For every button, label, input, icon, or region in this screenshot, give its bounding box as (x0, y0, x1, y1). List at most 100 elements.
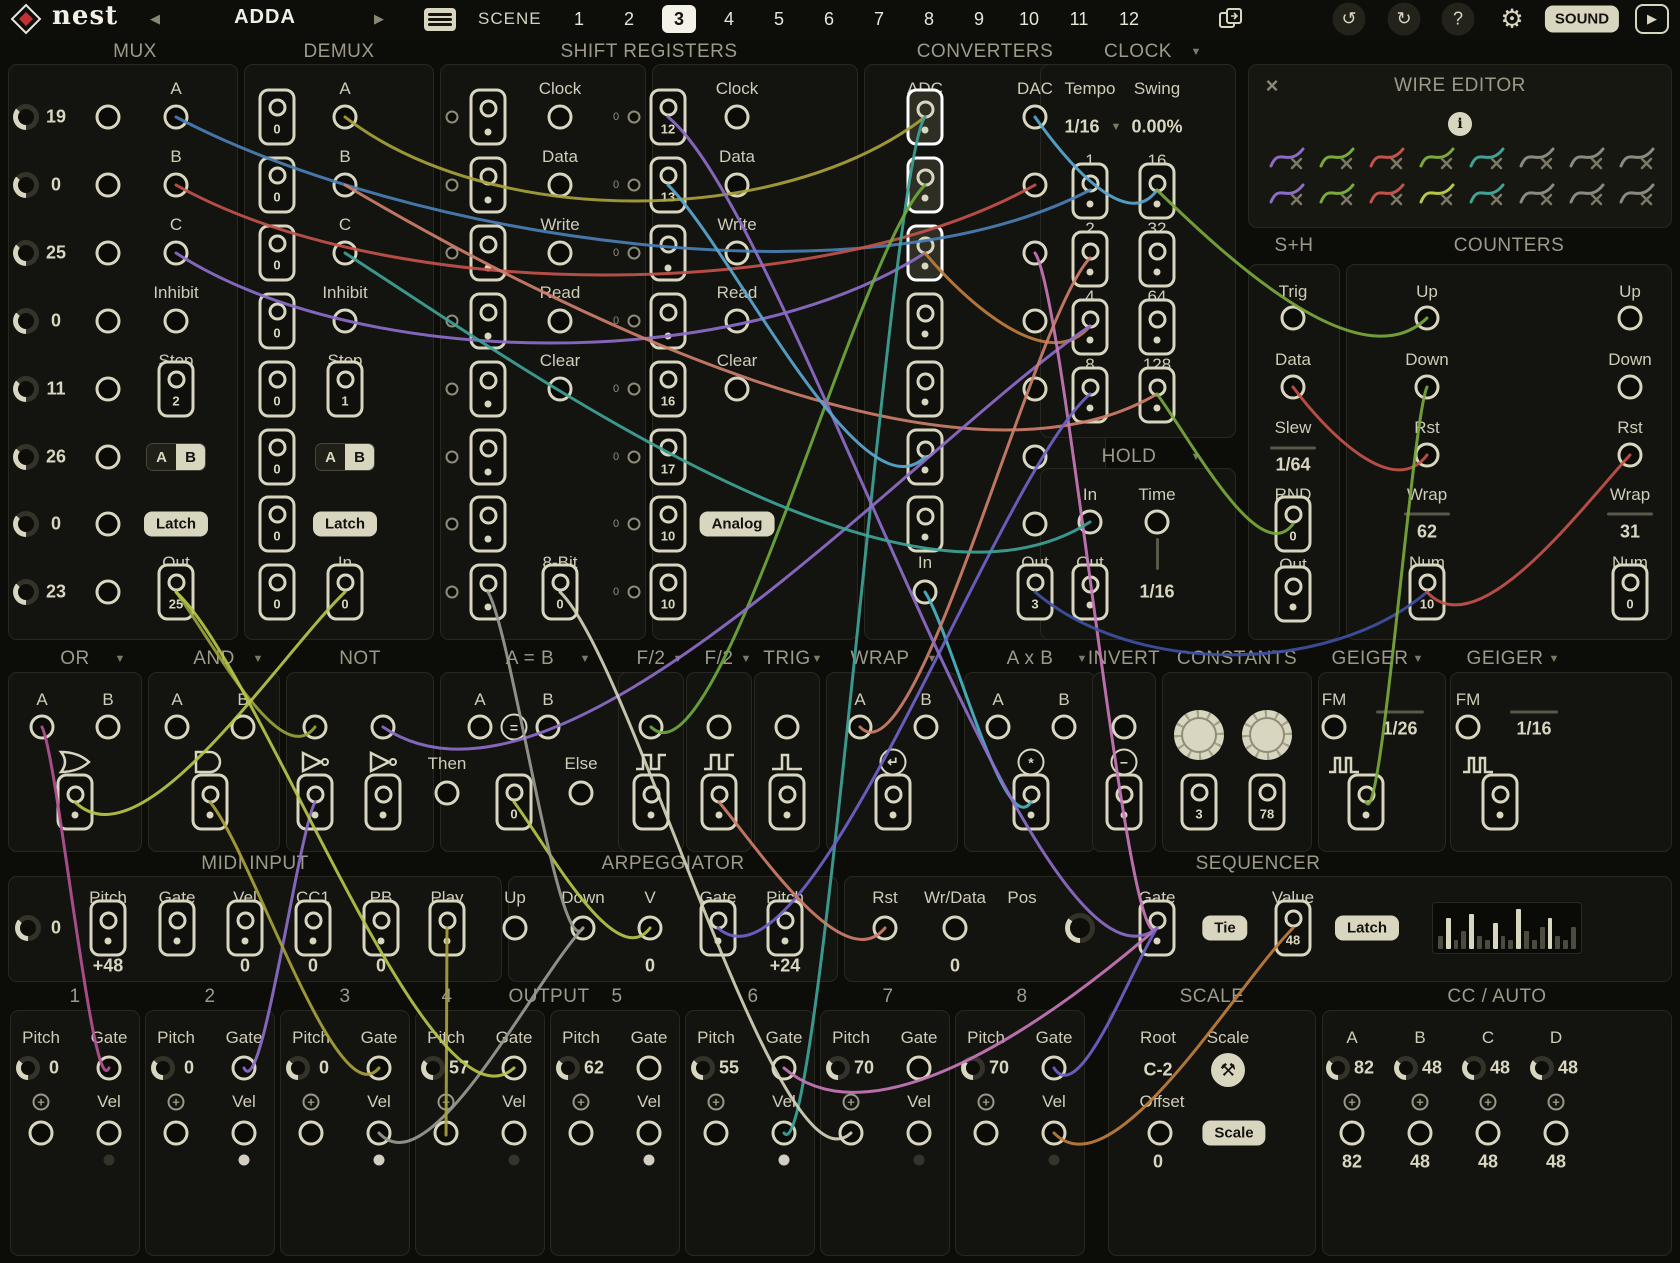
adc-bit-6-jack[interactable] (907, 429, 944, 486)
out4-gate-port[interactable] (502, 1056, 527, 1081)
out1-pitch-knob[interactable] (16, 1056, 40, 1080)
mux-in-4-port[interactable] (96, 309, 121, 334)
reg1-read-port[interactable] (548, 309, 573, 334)
geiger2-dropdown-caret[interactable]: ▼ (1549, 653, 1560, 665)
wire-style-icon[interactable] (1518, 178, 1558, 208)
settings-gear-icon[interactable]: ⚙ (1500, 4, 1523, 35)
or-b-port[interactable] (96, 715, 121, 740)
demux-a-port[interactable] (333, 105, 358, 130)
mux-knob-8[interactable] (13, 579, 39, 605)
out5-vel-port[interactable] (637, 1121, 662, 1146)
out4-pitch-cv-port[interactable] (434, 1121, 459, 1146)
out8-pitch-knob[interactable] (961, 1056, 985, 1080)
wire-editor-close-icon[interactable]: × (1266, 73, 1279, 99)
mux-in-2-port[interactable] (96, 173, 121, 198)
out6-pitch-knob[interactable] (691, 1056, 715, 1080)
not1-in-port[interactable] (303, 715, 328, 740)
reg2-cell-6-jack[interactable]: 17 (650, 429, 687, 486)
reg2-in-8-port[interactable] (628, 586, 641, 599)
reg2-cell-3-jack[interactable] (650, 225, 687, 282)
mux-in-8-port[interactable] (96, 580, 121, 605)
out3-pitch-cv-port[interactable] (299, 1121, 324, 1146)
sound-button[interactable]: SOUND (1545, 6, 1619, 33)
arp-pitch-jack[interactable] (767, 900, 804, 957)
mux-knob-5[interactable] (13, 376, 39, 402)
reg1-clock-port[interactable] (548, 105, 573, 130)
out5-pitch-cv-port[interactable] (569, 1121, 594, 1146)
out7-pitch-knob[interactable] (826, 1056, 850, 1080)
mux-b-port[interactable] (164, 173, 189, 198)
geiger1-rate-slider[interactable] (1376, 711, 1424, 714)
out7-pitch-attenuator[interactable] (843, 1094, 860, 1111)
out2-pitch-knob[interactable] (151, 1056, 175, 1080)
f2a-in-port[interactable] (639, 715, 664, 740)
reg2-in-1-port[interactable] (628, 111, 641, 124)
axb-dropdown-caret[interactable]: ▼ (1077, 653, 1088, 665)
hold-dropdown-caret[interactable]: ▼ (1191, 451, 1202, 463)
arp-up-port[interactable] (503, 916, 528, 941)
cc-b-attenuator[interactable] (1412, 1094, 1429, 1111)
midi-pitch-jack[interactable] (90, 900, 127, 957)
counter1-up-port[interactable] (1415, 306, 1440, 331)
clock-div-32-jack[interactable] (1139, 231, 1176, 288)
demux-out-5-jack[interactable]: 0 (259, 361, 296, 418)
cc-a-attenuator[interactable] (1344, 1094, 1361, 1111)
cc-d-knob[interactable] (1530, 1056, 1554, 1080)
reg1-in-3-port[interactable] (446, 247, 459, 260)
out1-vel-port[interactable] (97, 1121, 122, 1146)
reg1-cell-4-jack[interactable] (470, 293, 507, 350)
then-port[interactable] (435, 781, 460, 806)
scene-tab-7[interactable]: 7 (862, 5, 896, 33)
reg2-in-7-port[interactable] (628, 518, 641, 531)
counter2-num-jack[interactable]: 0 (1612, 564, 1649, 621)
seq-step-display[interactable] (1432, 902, 1582, 954)
sh-rnd-jack[interactable]: 0 (1275, 496, 1312, 553)
wire-style-icon[interactable] (1468, 178, 1508, 208)
scene-tab-2[interactable]: 2 (612, 5, 646, 33)
counter1-down-port[interactable] (1415, 375, 1440, 400)
reg1-cell-3-jack[interactable] (470, 225, 507, 282)
scene-tab-4[interactable]: 4 (712, 5, 746, 33)
cc-d-attenuator[interactable] (1548, 1094, 1565, 1111)
cc-c-attenuator[interactable] (1480, 1094, 1497, 1111)
not1-out-jack[interactable] (297, 774, 334, 831)
out2-pitch-attenuator[interactable] (168, 1094, 185, 1111)
out6-pitch-attenuator[interactable] (708, 1094, 725, 1111)
reg1-in-7-port[interactable] (446, 518, 459, 531)
midi-cc1-jack[interactable] (295, 900, 332, 957)
demux-out-1-jack[interactable]: 0 (259, 89, 296, 146)
reg1-in-5-port[interactable] (446, 383, 459, 396)
not2-in-port[interactable] (371, 715, 396, 740)
adc-bit-1-jack[interactable] (907, 89, 944, 146)
mux-in-3-port[interactable] (96, 241, 121, 266)
demux-out-3-jack[interactable]: 0 (259, 225, 296, 282)
reg1-8bit-jack[interactable]: 0 (542, 564, 579, 621)
demux-out-4-jack[interactable]: 0 (259, 293, 296, 350)
geiger2-rate-slider[interactable] (1510, 711, 1558, 714)
aeqb-dropdown-caret[interactable]: ▼ (580, 653, 591, 665)
mux-out-jack[interactable]: 25 (158, 564, 195, 621)
reg2-in-6-port[interactable] (628, 451, 641, 464)
out8-gate-port[interactable] (1042, 1056, 1067, 1081)
and-b-port[interactable] (231, 715, 256, 740)
counter1-wrap-slider[interactable] (1404, 513, 1450, 516)
or-dropdown-caret[interactable]: ▼ (115, 653, 126, 665)
clock-div-8-jack[interactable] (1072, 367, 1109, 424)
demux-in-jack[interactable]: 0 (327, 564, 364, 621)
out2-vel-port[interactable] (232, 1121, 257, 1146)
scene-tab-11[interactable]: 11 (1062, 5, 1096, 33)
wire-style-icon[interactable] (1418, 142, 1458, 172)
geiger2-out-jack[interactable] (1482, 774, 1519, 831)
demux-inhibit-port[interactable] (333, 309, 358, 334)
reg2-clock-port[interactable] (725, 105, 750, 130)
mux-knob-7[interactable] (13, 511, 39, 537)
sh-data-port[interactable] (1281, 375, 1306, 400)
reg1-cell-8-jack[interactable] (470, 564, 507, 621)
seq-pos-knob[interactable] (1065, 913, 1095, 943)
demux-out-8-jack[interactable]: 0 (259, 564, 296, 621)
play-button[interactable]: ▶ (1635, 4, 1669, 34)
and-a-port[interactable] (165, 715, 190, 740)
hold-out-jack[interactable] (1072, 564, 1109, 621)
wire-style-icon[interactable] (1518, 142, 1558, 172)
reg2-clear-port[interactable] (725, 377, 750, 402)
